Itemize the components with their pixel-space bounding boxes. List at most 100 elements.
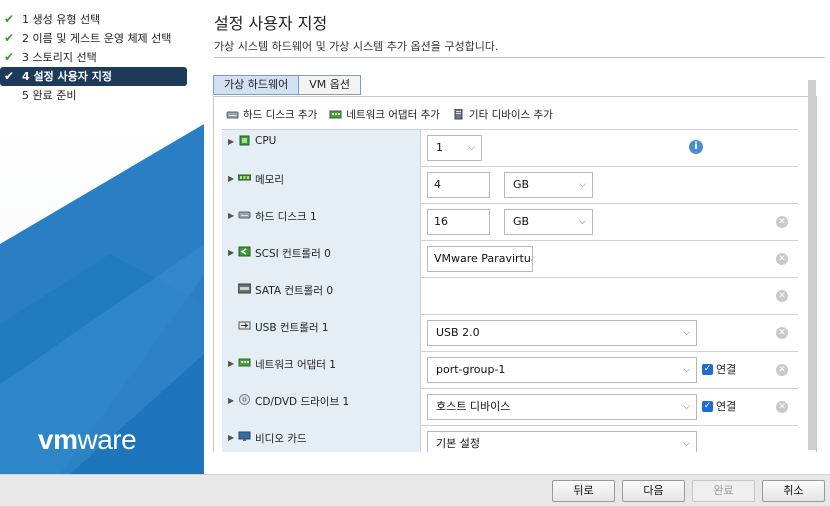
- chevron-down-icon: ⌵: [579, 180, 586, 190]
- memory-unit-select[interactable]: GB ⌵: [504, 172, 593, 198]
- page-subtitle: 가상 시스템 하드웨어 및 가상 시스템 추가 옵션을 구성합니다.: [214, 40, 499, 53]
- connect-checkbox[interactable]: ✓: [702, 363, 713, 375]
- row-label: ▶ 메모리: [222, 167, 421, 204]
- disk-size-input[interactable]: 16: [427, 209, 490, 235]
- divider: [214, 57, 825, 58]
- hardware-row-cpu: ▶ CPU 1 ⌵ i: [222, 130, 798, 167]
- next-button[interactable]: 다음: [622, 480, 685, 502]
- finish-button[interactable]: 완료: [692, 480, 755, 502]
- row-value: 4 GB ⌵: [422, 167, 798, 204]
- vmware-logo: vmware: [38, 424, 137, 455]
- expand-arrow-icon[interactable]: ▶: [228, 137, 236, 146]
- scrollbar-thumb[interactable]: [808, 80, 816, 450]
- hardware-row-usb-controller: USB 컨트롤러 1 USB 2.0 ⌵ ✕: [222, 315, 798, 352]
- expand-arrow-icon[interactable]: ▶: [228, 248, 236, 257]
- network-adapter-label: 네트워크 어댑터 1: [255, 359, 336, 371]
- cpu-count-select[interactable]: 1 ⌵: [427, 135, 482, 161]
- usb-version-select[interactable]: USB 2.0 ⌵: [427, 320, 697, 346]
- video-card-label: 비디오 카드: [255, 433, 307, 445]
- connect-checkbox-group[interactable]: ✓ 연결: [702, 361, 736, 377]
- disc-icon: [239, 394, 250, 405]
- row-label: ▶ CD/DVD 드라이브 1: [222, 389, 421, 426]
- wizard-step-4[interactable]: ✔ 4 설정 사용자 지정: [0, 67, 187, 86]
- network-card-icon: [238, 358, 251, 367]
- hard-disk-label: 하드 디스크 1: [255, 211, 317, 223]
- vertical-scrollbar[interactable]: [808, 80, 816, 450]
- remove-device-icon[interactable]: ✕: [776, 401, 788, 413]
- step-label: 2 이름 및 게스트 운영 체제 선택: [22, 32, 172, 45]
- row-label: ▶ 하드 디스크 1: [222, 204, 421, 241]
- row-value: 16 GB ⌵ ✕: [422, 204, 798, 241]
- connect-checkbox[interactable]: ✓: [702, 400, 713, 412]
- wizard-sidebar: ✔ 1 생성 유형 선택 ✔ 2 이름 및 게스트 운영 체제 선택 ✔ 3 스토리지…: [0, 0, 204, 474]
- row-label: ▶ 비디오 카드: [222, 426, 421, 452]
- add-other-device-button[interactable]: 기타 디바이스 추가: [452, 107, 553, 122]
- dvd-source-select[interactable]: 호스트 디바이스 ⌵: [427, 394, 697, 420]
- tab-vm-options[interactable]: VM 옵션: [299, 75, 361, 95]
- wizard-step-2[interactable]: ✔ 2 이름 및 게스트 운영 체제 선택: [0, 29, 187, 48]
- info-icon[interactable]: i: [689, 140, 703, 154]
- wizard-step-5[interactable]: 5 완료 준비: [0, 86, 187, 105]
- step-label: 4 설정 사용자 지정: [22, 70, 112, 83]
- add-device-bar: 하드 디스크 추가 네트워크 어댑터 추가 기타 디바이스 추가: [226, 107, 553, 122]
- checkmark-icon: ✔: [4, 69, 15, 83]
- chevron-down-icon: ⌵: [579, 217, 586, 227]
- row-label: ▶ SCSI 컨트롤러 0: [222, 241, 421, 278]
- port-group-select[interactable]: port-group-1 ⌵: [427, 357, 697, 383]
- cancel-button[interactable]: 취소: [762, 480, 825, 502]
- expand-arrow-icon[interactable]: ▶: [228, 433, 236, 442]
- tab-bar: 가상 하드웨어 VM 옵션: [213, 75, 361, 95]
- main-panel: 설정 사용자 지정 가상 시스템 하드웨어 및 가상 시스템 추가 옵션을 구성…: [204, 0, 830, 474]
- wizard-footer: 뒤로 다음 완료 취소: [0, 474, 830, 506]
- scsi-type-field[interactable]: VMware Paravirtual: [427, 246, 533, 272]
- remove-device-icon[interactable]: ✕: [776, 216, 788, 228]
- monitor-icon: [238, 431, 251, 441]
- chevron-down-icon: ⌵: [468, 143, 475, 153]
- sata-label: SATA 컨트롤러 0: [255, 285, 334, 297]
- expand-arrow-icon[interactable]: ▶: [228, 359, 236, 368]
- checkmark-icon: ✔: [4, 12, 15, 26]
- video-settings-select[interactable]: 기본 설정 ⌵: [427, 431, 697, 452]
- wizard-step-3[interactable]: ✔ 3 스토리지 선택: [0, 48, 187, 67]
- brand-background: [0, 124, 204, 474]
- disk-unit-select[interactable]: GB ⌵: [504, 209, 593, 235]
- add-network-adapter-button[interactable]: 네트워크 어댑터 추가: [329, 107, 440, 122]
- add-hard-disk-button[interactable]: 하드 디스크 추가: [226, 107, 317, 122]
- remove-device-icon[interactable]: ✕: [776, 364, 788, 376]
- hardware-table: ▶ CPU 1 ⌵ i ▶ 메모리 4 GB ⌵ ▶ 하드 디스크 1 16 G…: [222, 129, 798, 452]
- row-value: ✕: [422, 278, 798, 315]
- hardware-row-memory: ▶ 메모리 4 GB ⌵: [222, 167, 798, 204]
- network-card-icon: [329, 110, 342, 119]
- hardware-row-video-card: ▶ 비디오 카드 기본 설정 ⌵: [222, 426, 798, 452]
- hard-disk-icon: [238, 211, 251, 219]
- chevron-down-icon: ⌵: [683, 402, 690, 412]
- chevron-down-icon: ⌵: [683, 365, 690, 375]
- hardware-row-hard-disk-1: ▶ 하드 디스크 1 16 GB ⌵ ✕: [222, 204, 798, 241]
- connect-label: 연결: [716, 363, 737, 376]
- chevron-down-icon: ⌵: [683, 328, 690, 338]
- expand-arrow-icon[interactable]: ▶: [228, 174, 236, 183]
- remove-device-icon[interactable]: ✕: [776, 253, 788, 265]
- connect-label: 연결: [716, 400, 737, 413]
- remove-device-icon[interactable]: ✕: [776, 327, 788, 339]
- memory-size-input[interactable]: 4: [427, 172, 490, 198]
- row-value: VMware Paravirtual ✕: [422, 241, 798, 278]
- page-title: 설정 사용자 지정: [214, 14, 328, 33]
- device-icon: [454, 109, 463, 120]
- tab-virtual-hardware[interactable]: 가상 하드웨어: [213, 75, 300, 95]
- expand-arrow-icon[interactable]: ▶: [228, 211, 236, 220]
- row-value: port-group-1 ⌵ ✓ 연결 ✕: [422, 352, 798, 389]
- usb-label: USB 컨트롤러 1: [255, 322, 329, 334]
- remove-device-icon[interactable]: ✕: [776, 290, 788, 302]
- step-label: 3 스토리지 선택: [22, 51, 97, 64]
- hardware-row-scsi-controller: ▶ SCSI 컨트롤러 0 VMware Paravirtual ✕: [222, 241, 798, 278]
- wizard-step-1[interactable]: ✔ 1 생성 유형 선택: [0, 10, 187, 29]
- row-label: ▶ CPU: [222, 130, 421, 167]
- step-label: 1 생성 유형 선택: [22, 13, 101, 26]
- expand-arrow-icon[interactable]: ▶: [228, 396, 236, 405]
- connect-checkbox-group[interactable]: ✓ 연결: [702, 398, 736, 414]
- add-hard-disk-label: 하드 디스크 추가: [243, 109, 318, 121]
- checkmark-icon: ✔: [4, 50, 15, 64]
- hard-disk-icon: [226, 111, 239, 119]
- back-button[interactable]: 뒤로: [552, 480, 615, 502]
